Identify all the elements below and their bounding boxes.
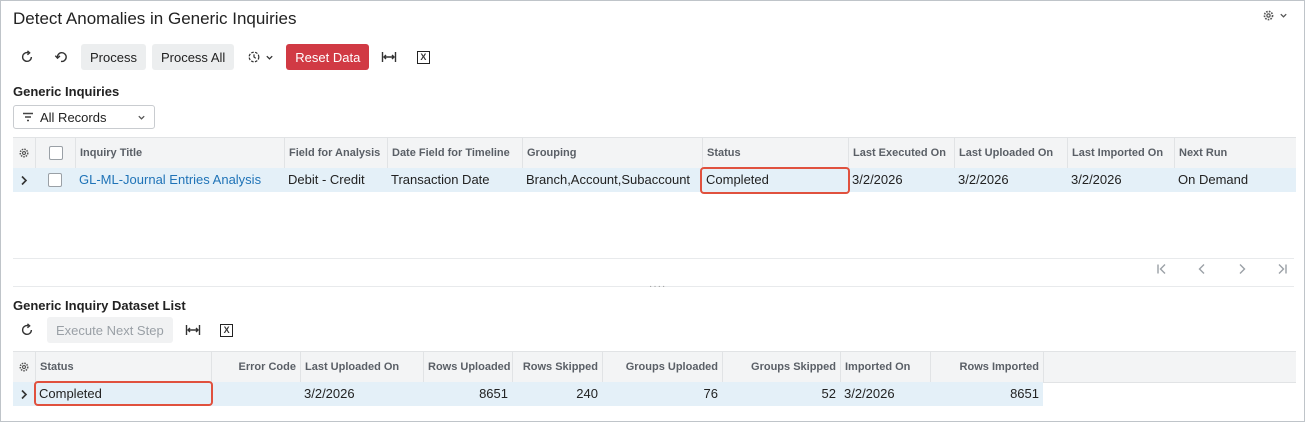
pager xyxy=(1156,263,1288,275)
column-header-last-imported-on[interactable]: Last Imported On xyxy=(1067,138,1174,168)
dataset-grid-settings-button[interactable] xyxy=(13,352,35,382)
groups-uploaded-cell: 76 xyxy=(703,386,718,401)
process-all-button[interactable]: Process All xyxy=(151,44,235,70)
schedule-icon xyxy=(248,51,260,63)
chevron-down-icon xyxy=(1280,13,1287,18)
export-excel-button[interactable]: X xyxy=(409,44,437,70)
dataset-list-title: Generic Inquiry Dataset List xyxy=(13,298,186,313)
column-header-status[interactable]: Status xyxy=(702,138,848,168)
rows-uploaded-cell: 8651 xyxy=(479,386,508,401)
dataset-fit-columns-button[interactable] xyxy=(179,317,207,343)
column-header-field-for-analysis[interactable]: Field for Analysis xyxy=(284,138,387,168)
previous-page-icon[interactable] xyxy=(1196,263,1208,275)
last-executed-on-cell: 3/2/2026 xyxy=(852,172,903,187)
refresh-icon xyxy=(21,323,33,336)
column-header-groups-uploaded[interactable]: Groups Uploaded xyxy=(602,352,722,382)
refresh-icon xyxy=(21,50,33,63)
date-field-cell: Transaction Date xyxy=(391,172,490,187)
process-button[interactable]: Process xyxy=(81,44,146,70)
column-header-last-uploaded-on[interactable]: Last Uploaded On xyxy=(954,138,1067,168)
column-header-inquiry-title[interactable]: Inquiry Title xyxy=(75,138,284,168)
fit-columns-icon xyxy=(382,52,397,62)
groups-skipped-cell: 52 xyxy=(821,386,836,401)
main-window: Detect Anomalies in Generic Inquiries Pr… xyxy=(0,0,1305,422)
excel-export-icon: X xyxy=(220,323,234,337)
generic-inquiries-title: Generic Inquiries xyxy=(13,84,120,99)
last-uploaded-on-cell: 3/2/2026 xyxy=(958,172,1009,187)
excel-export-icon: X xyxy=(416,50,430,64)
last-uploaded-on-cell: 3/2/2026 xyxy=(304,386,355,401)
error-code-cell xyxy=(211,382,300,406)
chevron-down-icon xyxy=(138,115,145,120)
row-checkbox[interactable] xyxy=(48,173,62,187)
rows-skipped-cell: 240 xyxy=(576,386,598,401)
column-header-status[interactable]: Status xyxy=(35,352,211,382)
settings-icon xyxy=(1263,10,1274,21)
filter-value: All Records xyxy=(40,109,107,125)
dataset-grid-header: Status Error Code Last Uploaded On Rows … xyxy=(13,351,1296,383)
undo-icon xyxy=(54,52,67,63)
next-page-icon[interactable] xyxy=(1236,263,1248,275)
column-header-imported-on[interactable]: Imported On xyxy=(840,352,930,382)
settings-icon xyxy=(19,362,29,372)
column-header-rows-imported[interactable]: Rows Imported xyxy=(930,352,1043,382)
table-row[interactable]: GL-ML-Journal Entries Analysis Debit - C… xyxy=(13,168,1296,192)
chevron-right-icon xyxy=(21,175,28,185)
settings-icon xyxy=(19,148,29,158)
column-header-last-uploaded-on[interactable]: Last Uploaded On xyxy=(300,352,423,382)
undo-button[interactable] xyxy=(47,44,75,70)
column-header-error-code[interactable]: Error Code xyxy=(211,352,300,382)
filter-icon xyxy=(23,112,33,122)
reset-data-button[interactable]: Reset Data xyxy=(286,44,370,70)
column-header-rows-skipped[interactable]: Rows Skipped xyxy=(512,352,602,382)
main-toolbar: Process Process All Reset Data X xyxy=(13,44,437,70)
row-expand-button[interactable] xyxy=(13,168,35,192)
last-imported-on-cell: 3/2/2026 xyxy=(1071,172,1122,187)
column-header-groups-skipped[interactable]: Groups Skipped xyxy=(722,352,840,382)
records-filter-select[interactable]: All Records xyxy=(13,105,155,129)
rows-imported-cell: 8651 xyxy=(1010,386,1039,401)
dataset-status-highlight xyxy=(34,381,213,406)
splitter-handle[interactable]: ···· xyxy=(649,281,666,292)
column-header-next-run[interactable]: Next Run xyxy=(1174,138,1296,168)
column-header-filler xyxy=(1043,352,1296,382)
first-page-icon[interactable] xyxy=(1156,263,1168,275)
grouping-cell: Branch,Account,Subaccount xyxy=(526,172,691,187)
column-header-date-field[interactable]: Date Field for Timeline xyxy=(387,138,522,168)
imported-on-cell: 3/2/2026 xyxy=(844,386,895,401)
fit-columns-button[interactable] xyxy=(375,44,403,70)
page-title: Detect Anomalies in Generic Inquiries xyxy=(13,9,297,28)
page-settings-button[interactable] xyxy=(1262,9,1288,22)
inquiry-title-link[interactable]: GL-ML-Journal Entries Analysis xyxy=(75,168,284,192)
status-highlight xyxy=(700,167,850,194)
column-header-rows-uploaded[interactable]: Rows Uploaded xyxy=(423,352,512,382)
schedule-dropdown-button[interactable] xyxy=(240,44,280,70)
chevron-right-icon xyxy=(21,389,28,399)
fit-columns-icon xyxy=(185,325,200,335)
refresh-button[interactable] xyxy=(13,44,41,70)
column-header-grouping[interactable]: Grouping xyxy=(522,138,702,168)
grid-settings-button[interactable] xyxy=(13,138,35,168)
next-run-cell: On Demand xyxy=(1178,172,1249,187)
field-for-analysis-cell: Debit - Credit xyxy=(288,172,365,187)
column-header-last-executed-on[interactable]: Last Executed On xyxy=(848,138,954,168)
last-page-icon[interactable] xyxy=(1276,263,1288,275)
select-all-checkbox-cell[interactable] xyxy=(35,138,75,168)
row-expand-button[interactable] xyxy=(13,382,35,406)
dataset-refresh-button[interactable] xyxy=(13,317,41,343)
chevron-down-icon xyxy=(266,55,273,60)
execute-next-step-button[interactable]: Execute Next Step xyxy=(47,317,173,343)
grid-bottom-border xyxy=(13,258,1294,259)
row-checkbox-cell[interactable] xyxy=(35,168,75,192)
inquiries-grid-header: Inquiry Title Field for Analysis Date Fi… xyxy=(13,137,1296,169)
dataset-export-excel-button[interactable]: X xyxy=(213,317,241,343)
select-all-checkbox[interactable] xyxy=(48,146,63,160)
dataset-toolbar: Execute Next Step X xyxy=(13,317,241,343)
